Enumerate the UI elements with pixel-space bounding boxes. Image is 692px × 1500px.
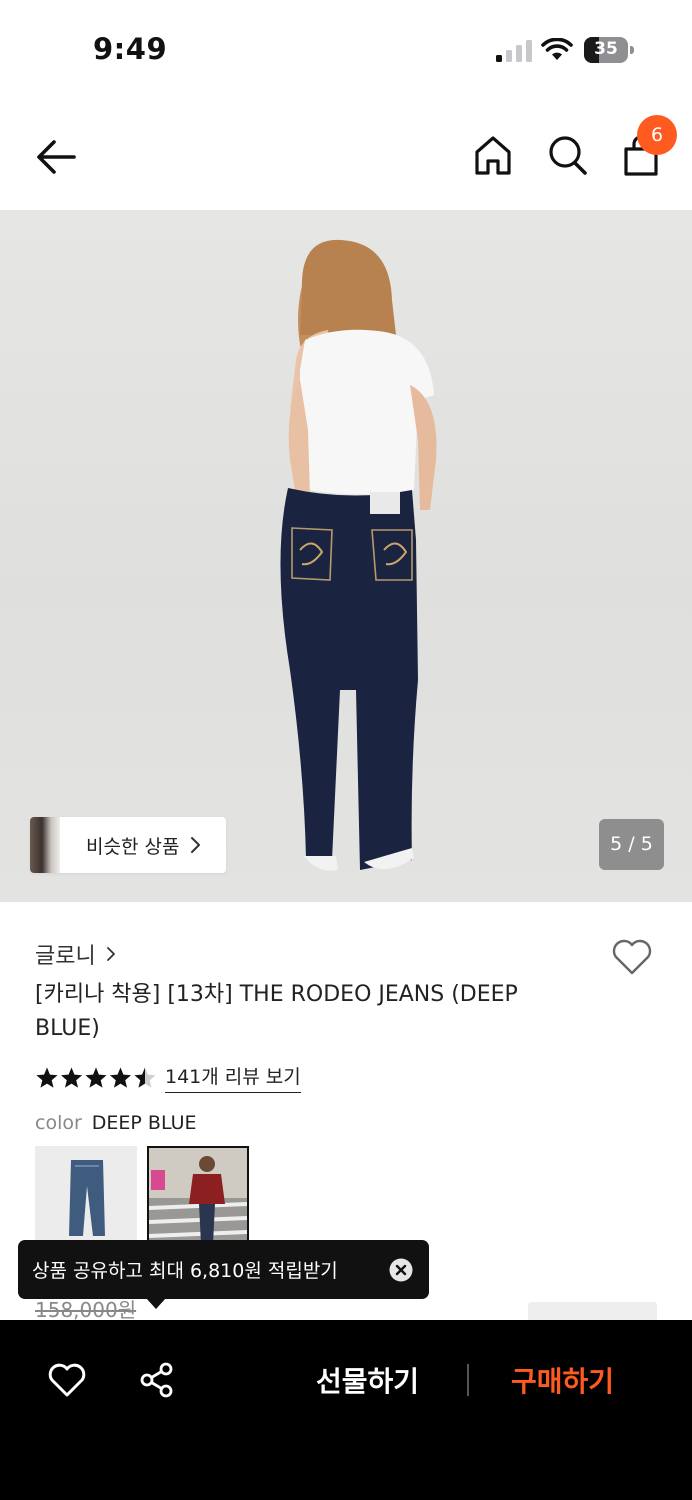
color-value: DEEP BLUE [91, 1112, 197, 1134]
color-swatch-jeans[interactable] [35, 1146, 137, 1246]
star-icon [134, 1067, 156, 1088]
color-label: color [35, 1112, 82, 1134]
product-image-gallery[interactable]: 비슷한 상품 5 / 5 [0, 210, 692, 902]
tooltip-arrow [146, 1298, 166, 1309]
product-photo [280, 239, 437, 871]
status-time: 9:49 [93, 32, 168, 66]
search-icon[interactable] [544, 131, 590, 179]
color-swatch-model[interactable] [147, 1146, 249, 1246]
reviews-link[interactable]: 141개 리뷰 보기 [165, 1062, 301, 1093]
home-icon[interactable] [470, 130, 516, 180]
star-icon [110, 1067, 131, 1088]
brand-name: 글로니 [35, 944, 96, 969]
battery-level: 35 [594, 39, 618, 59]
cart-count-badge: 6 [637, 115, 677, 155]
share-reward-tooltip: 상품 공유하고 최대 6,810원 적립받기 [18, 1240, 429, 1309]
star-icon [85, 1067, 107, 1088]
coupon-button-partial[interactable] [528, 1302, 657, 1322]
heart-icon[interactable] [47, 1362, 87, 1398]
share-icon[interactable] [138, 1361, 176, 1399]
rating-row: 141개 리뷰 보기 [35, 1062, 301, 1093]
chevron-right-icon [191, 837, 201, 853]
image-counter: 5 / 5 [599, 819, 664, 870]
similar-products-label: 비슷한 상품 [86, 835, 180, 858]
star-icon [36, 1067, 58, 1088]
cellular-signal-icon [496, 40, 532, 62]
star-rating [36, 1067, 156, 1088]
bottom-action-bar: 선물하기 구매하기 [0, 1320, 692, 1500]
model-thumbnail [149, 1148, 247, 1244]
top-nav: 6 [0, 100, 692, 210]
divider [467, 1364, 469, 1396]
buy-button[interactable]: 구매하기 [511, 1360, 614, 1400]
back-arrow-icon[interactable] [30, 133, 82, 181]
battery-icon: 35 [584, 37, 634, 63]
product-title: [카리나 착용] [13차] THE RODEO JEANS (DEEP BLU… [35, 982, 518, 1041]
chevron-right-icon [106, 947, 115, 961]
similar-product-thumbnail [30, 817, 60, 873]
close-icon[interactable] [389, 1258, 413, 1282]
similar-products-button[interactable]: 비슷한 상품 [30, 817, 226, 873]
status-bar: 9:49 35 [0, 0, 692, 100]
color-option-row: color DEEP BLUE [35, 1112, 197, 1134]
star-icon [61, 1067, 82, 1088]
wishlist-heart-icon[interactable] [610, 937, 654, 977]
jeans-thumbnail [69, 1160, 105, 1236]
tooltip-message: 상품 공유하고 최대 6,810원 적립받기 [32, 1260, 338, 1282]
brand-link[interactable]: 글로니 [35, 938, 116, 970]
wifi-icon [541, 38, 573, 60]
gift-button[interactable]: 선물하기 [316, 1360, 419, 1400]
